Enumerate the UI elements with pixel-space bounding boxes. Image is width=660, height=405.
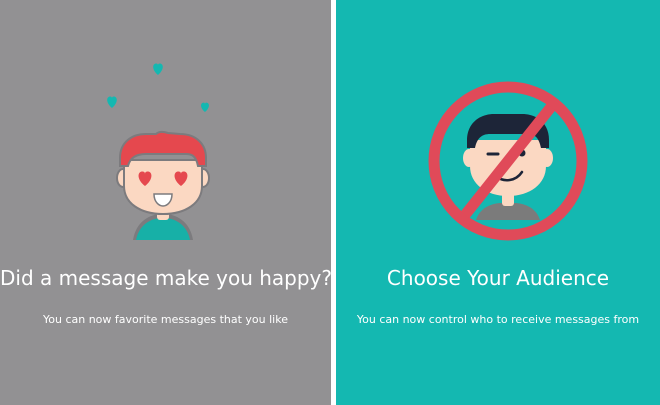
onboarding-screen-audience: Choose Your Audience You can now control… [336,0,660,405]
onboarding-screen-favorites: Did a message make you happy? You can no… [0,0,331,405]
screen-heading: Choose Your Audience [386,266,610,290]
avatar-prohibited-icon [336,0,660,405]
screen-subtext: You can now control who to receive messa… [356,313,640,326]
in-love-avatar-with-hearts-icon [0,0,331,405]
screen-heading: Did a message make you happy? [0,266,331,290]
screen-subtext: You can now favorite messages that you l… [43,313,288,326]
